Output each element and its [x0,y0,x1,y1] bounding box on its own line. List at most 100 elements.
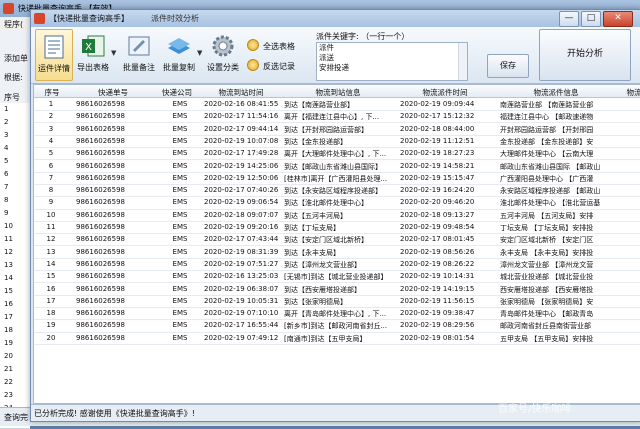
close-button[interactable]: ✕ [603,11,633,27]
batch-note-button[interactable]: 批量备注 [119,29,159,79]
table-cell: 9 [48,198,54,207]
table-cell: 到达【张家明德局】 [284,297,347,306]
col-header[interactable]: 序号 [40,87,64,98]
table-cell: 17 [46,296,56,305]
svg-text:X: X [85,42,92,53]
main-menu-program[interactable]: 程序( [0,17,30,31]
table-cell: 98616026598 [76,161,125,170]
maximize-button[interactable]: □ [581,11,601,27]
keyword-line: 派送 [319,53,334,62]
table-cell: [新乡市]到达【邮政河南省封丘... [284,322,388,331]
main-row-number: 21 [0,363,30,377]
table-cell: 2020-02-19 06:38:07 [204,284,279,293]
main-row-number: 10 [0,220,30,234]
table-cell: 2020-02-18 09:07:07 [204,210,279,219]
table-cell: 到达【安定门区域北新桥】 [284,236,368,245]
keyword-scrollbar[interactable] [458,43,467,80]
table-row[interactable]: 7 98616026598 EMS 2020-02-19 12:50:06 [桂林市]离… [34,172,640,185]
table-cell: 11 [46,223,56,231]
table-cell: EMS [172,124,188,133]
col-header[interactable]: 物流到站信息 [282,87,394,98]
main-side-panel: 添加单 根据: 序号 1 2 3 4 5 6 7 8 9 10 11 12 13 14 15 16 17 18 19… [0,31,31,429]
table-cell: EMS [172,321,188,330]
main-row-number: 4 [0,142,30,156]
col-header[interactable]: 快递公司 [152,87,202,98]
table-row[interactable]: 5 98616026598 EMS 2020-02-17 17:49:28 离开【大理邮… [34,147,640,161]
analysis-dialog: 【快递批量查询高手】 派件时效分析 — □ ✕ 运件详情 X 导出表格 ▼ 批量… [30,9,640,422]
table-row[interactable]: 11 98616026598 EMS 2020-02-19 09:20:16 到达【丁坛… [34,221,640,235]
table-cell: 南莲路营业部 【南莲路营业部 [500,101,594,109]
gear-icon [212,35,234,57]
main-row-number: 11 [0,233,30,247]
table-row[interactable]: 2 98616026598 EMS 2020-02-17 11:54:16 离开【福建连… [34,110,640,124]
table-row[interactable]: 14 98616026598 EMS 2020-02-19 07:51:27 到达【漳州… [34,258,640,272]
table-cell: 15 [46,272,56,281]
table-cell: 离开【大理邮件处理中心】, 下... [284,150,387,159]
export-dropdown-arrow[interactable]: ▼ [111,49,116,57]
table-row[interactable]: 4 98616026598 EMS 2020-02-19 10:07:08 到达【金东投… [34,135,640,149]
table-row[interactable]: 12 98616026598 EMS 2020-02-17 07:43:44 到达【安定… [34,233,640,247]
table-cell: 淮北邮件处理中心 【淮北营运基 [500,199,601,208]
table-row[interactable]: 20 98616026598 EMS 2020-02-19 07:49:12 [南通市]… [34,332,640,345]
table-row[interactable]: 9 98616026598 EMS 2020-02-19 09:06:54 到达【淮北邮… [34,196,640,210]
table-cell: 98616026598 [76,210,125,219]
save-button[interactable]: 保存 [487,54,529,78]
table-cell: 2020-02-16 08:41:55 [204,100,279,108]
table-cell: EMS [172,210,188,219]
table-cell: 安定门区域北新桥 【安定门区 [500,236,594,245]
table-cell: 3 [48,124,54,133]
table-row[interactable]: 17 98616026598 EMS 2020-02-19 10:05:31 到达【张家… [34,295,640,308]
table-row[interactable]: 3 98616026598 EMS 2020-02-17 09:44:14 到达【开封邢… [34,123,640,136]
table-row[interactable]: 18 98616026598 EMS 2020-02-19 07:10:10 离开【青岛… [34,307,640,321]
table-row[interactable]: 10 98616026598 EMS 2020-02-18 09:07:07 到达【五河… [34,209,640,222]
keyword-textarea[interactable]: 派件 派送 安排投递 [316,42,468,81]
table-row[interactable]: 6 98616026598 EMS 2020-02-19 14:25:06 到达【邮政山… [34,160,640,173]
col-header[interactable]: 物流派件时间 [400,87,490,98]
col-header[interactable]: 物流到站时间 [202,87,280,98]
set-category-button[interactable]: 设置分类 [203,29,243,79]
table-row[interactable]: 8 98616026598 EMS 2020-02-17 07:40:26 到达【永安路… [34,184,640,198]
select-all-icon [247,39,259,51]
table-row[interactable]: 16 98616026598 EMS 2020-02-19 06:38:07 到达【西安… [34,283,640,296]
table-cell: 永安路区域程序投递部 【邮政山 [500,187,601,196]
table-cell: 2020-02-16 13:25:03 [204,272,279,281]
table-cell: 2020-02-19 12:50:06 [204,173,279,182]
table-cell: 到达【淮北邮件处理中心】 [284,199,368,208]
col-header[interactable]: 物流派件信息 [496,87,616,98]
table-cell: 2020-02-19 18:27:23 [400,149,475,158]
batch-copy-button[interactable]: 批量复制 [159,29,199,79]
col-header[interactable]: 快递单号 [74,87,152,98]
table-cell: 邮政山东省潍山县国际 【邮政山 [500,162,601,171]
table-cell: EMS [172,161,188,170]
detail-button[interactable]: 运件详情 [35,29,73,81]
keyword-line: 派件 [319,43,334,52]
table-row[interactable]: 1 98616026598 EMS 2020-02-16 08:41:55 到达【南莲路… [34,98,640,112]
table-cell: 漳州龙文营业部 【漳州龙文营 [500,260,594,269]
export-table-button[interactable]: X 导出表格 [75,29,111,79]
start-analysis-button[interactable]: 开始分析 [539,29,631,81]
table-cell: 2020-02-19 08:29:56 [400,321,475,330]
col-header[interactable]: 物流 [624,87,640,98]
table-cell: 7 [48,173,54,182]
minimize-button[interactable]: — [559,11,579,27]
dialog-title-bar[interactable]: 【快递批量查询高手】 派件时效分析 — □ ✕ [31,10,640,27]
select-all-option[interactable]: 全选表格 [247,39,295,52]
table-row[interactable]: 19 98616026598 EMS 2020-02-17 16:55:44 [新乡市]… [34,319,640,333]
table-cell: 18 [46,309,56,318]
table-row[interactable]: 13 98616026598 EMS 2020-02-19 08:31:39 到达【永丰… [34,246,640,259]
list-icon [44,35,64,59]
table-cell: 2020-02-19 08:01:54 [400,333,475,342]
according-label: 根据: [4,73,23,82]
table-row[interactable]: 15 98616026598 EMS 2020-02-16 13:25:03 [无锡市]… [34,270,640,284]
table-cell: EMS [172,136,188,145]
table-cell: 98616026598 [76,309,125,318]
copy-dropdown-arrow[interactable]: ▼ [197,49,202,57]
table-header: 序号 快递单号 快递公司 物流到站时间 物流到站信息 物流派件时间 物流派件信息… [34,85,640,98]
table-cell: 14 [46,259,56,268]
table-cell: 98616026598 [76,223,125,231]
table-cell: 大理邮件处理中心 【云南大理 [500,150,594,159]
table-cell: 2020-02-17 15:12:32 [400,112,475,121]
app-icon [3,3,14,14]
invert-select-option[interactable]: 反选记录 [247,59,295,72]
main-row-number: 12 [0,246,30,260]
